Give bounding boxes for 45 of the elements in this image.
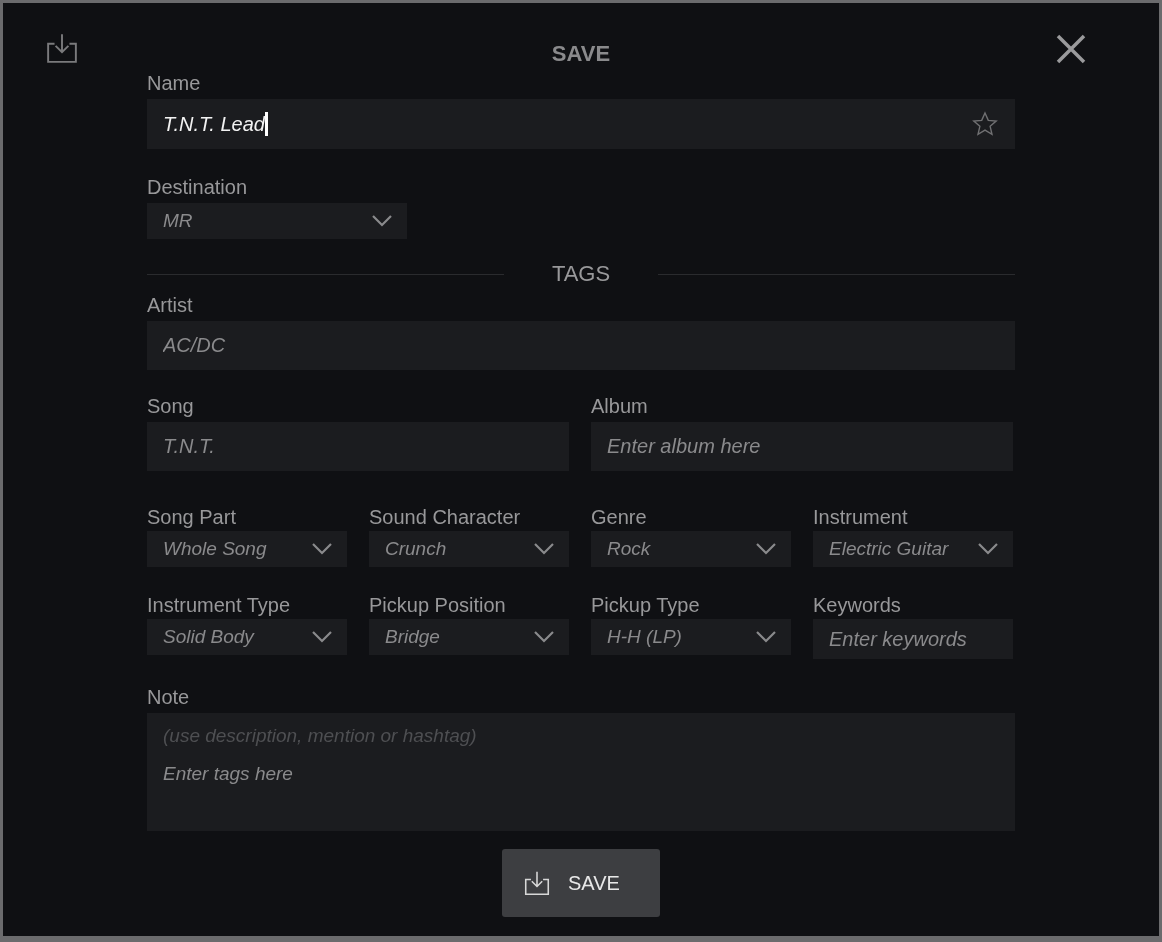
dropdown[interactable]: Whole Song bbox=[147, 531, 347, 567]
field-label: Pickup Type bbox=[591, 593, 701, 617]
dialog-title: SAVE bbox=[550, 41, 612, 67]
field-label: Name bbox=[147, 71, 202, 95]
chevron-down-icon bbox=[755, 542, 777, 556]
save-button[interactable]: SAVE bbox=[502, 849, 660, 917]
chevron-down-icon bbox=[533, 630, 555, 644]
download-icon bbox=[46, 32, 78, 64]
field-label: Artist bbox=[147, 293, 194, 317]
star-icon[interactable] bbox=[971, 110, 999, 138]
close-button[interactable] bbox=[1055, 33, 1087, 65]
chevron-down-icon bbox=[977, 542, 999, 556]
input-field[interactable]: Enter keywords bbox=[813, 619, 1013, 659]
field-label: Instrument bbox=[813, 505, 909, 529]
field-label: Song Part bbox=[147, 505, 237, 529]
field-label: Genre bbox=[591, 505, 648, 529]
dropdown[interactable]: Rock bbox=[591, 531, 791, 567]
save-icon-button[interactable] bbox=[46, 32, 78, 64]
dropdown[interactable]: H-H (LP) bbox=[591, 619, 791, 655]
text-cursor bbox=[264, 112, 268, 136]
chevron-down-icon bbox=[533, 542, 555, 556]
field-label: Keywords bbox=[813, 593, 902, 617]
field-label: Album bbox=[591, 394, 649, 418]
input-field[interactable]: Enter album here bbox=[591, 422, 1013, 471]
close-icon bbox=[1055, 33, 1087, 65]
field-label: Destination bbox=[147, 175, 249, 199]
dropdown[interactable]: Electric Guitar bbox=[813, 531, 1013, 567]
field-label: Pickup Position bbox=[369, 593, 507, 617]
download-icon bbox=[524, 870, 550, 896]
dropdown[interactable]: Crunch bbox=[369, 531, 569, 567]
chevron-down-icon bbox=[311, 630, 333, 644]
field-label: Song bbox=[147, 394, 195, 418]
field-label: Sound Character bbox=[369, 505, 522, 529]
dropdown[interactable]: Solid Body bbox=[147, 619, 347, 655]
dropdown[interactable]: Bridge bbox=[369, 619, 569, 655]
chevron-down-icon bbox=[311, 542, 333, 556]
section-heading: TAGS bbox=[550, 261, 612, 287]
chevron-down-icon bbox=[371, 214, 393, 228]
field-label: Note bbox=[147, 685, 191, 709]
field-label: Instrument Type bbox=[147, 593, 292, 617]
chevron-down-icon bbox=[755, 630, 777, 644]
input-field[interactable]: Enter tags here bbox=[163, 763, 999, 785]
name-field[interactable]: T.N.T. Lead bbox=[147, 99, 1015, 149]
input-field[interactable]: T.N.T. bbox=[147, 422, 569, 471]
dropdown[interactable]: MR bbox=[147, 203, 407, 239]
